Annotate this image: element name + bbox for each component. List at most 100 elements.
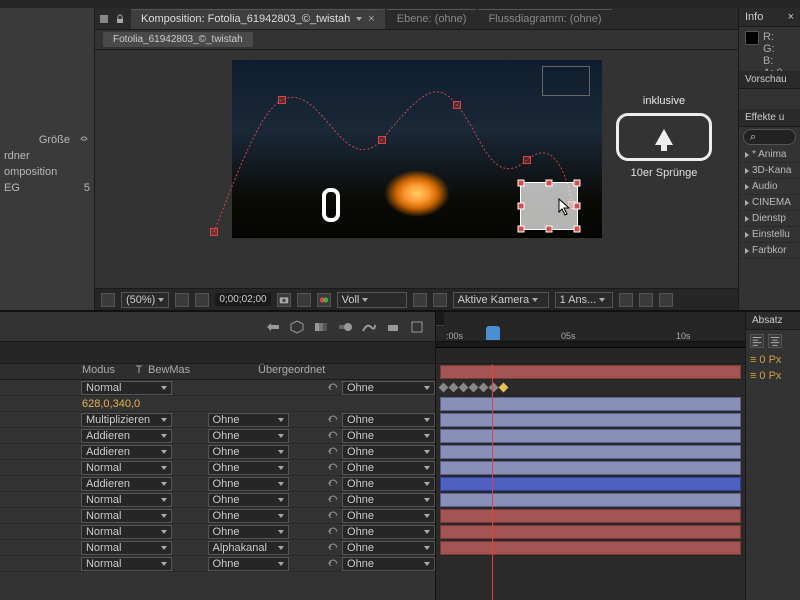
grid-icon[interactable]: [175, 293, 189, 307]
dropdown[interactable]: Addieren: [81, 477, 172, 491]
shy-icon[interactable]: [265, 319, 281, 335]
dropdown[interactable]: Ohne: [208, 557, 289, 571]
dropdown[interactable]: Normal: [81, 541, 172, 555]
dropdown[interactable]: Ohne: [342, 525, 435, 539]
align-left-icon[interactable]: [750, 334, 764, 348]
layer-row[interactable]: AddierenOhneOhne: [0, 444, 435, 460]
folder-row[interactable]: rdner: [4, 148, 90, 164]
layer-bar[interactable]: [440, 445, 741, 459]
col-t[interactable]: T: [130, 364, 148, 379]
track-row[interactable]: [436, 508, 745, 524]
fast-preview-icon[interactable]: [639, 293, 653, 307]
time-ruler[interactable]: :00s 05s 10s: [436, 312, 745, 342]
track-row[interactable]: [436, 396, 745, 412]
col-mode[interactable]: Modus: [0, 364, 130, 379]
keyframe-icon[interactable]: [489, 383, 499, 393]
keyframe-handle[interactable]: [210, 228, 218, 236]
tab-layer[interactable]: Ebene: (ohne): [387, 9, 477, 29]
track-row[interactable]: [436, 540, 745, 556]
comp-row[interactable]: omposition: [4, 164, 90, 180]
dropdown[interactable]: Ohne: [208, 461, 289, 475]
layer-bar[interactable]: [440, 493, 741, 507]
dropdown[interactable]: Normal: [81, 493, 172, 507]
timecode-display[interactable]: 0;00;02;00: [215, 293, 270, 306]
layer-bar[interactable]: [440, 413, 741, 427]
keyframe-icon[interactable]: [449, 383, 459, 393]
preview-panel-header[interactable]: Vorschau: [739, 71, 800, 89]
dropdown[interactable]: Normal: [81, 461, 172, 475]
layer-row[interactable]: Normal Alphakanal Ohne: [0, 540, 435, 556]
dropdown[interactable]: Normal: [81, 557, 172, 571]
dropdown[interactable]: Ohne: [208, 525, 289, 539]
dropdown[interactable]: Ohne: [342, 445, 435, 459]
mask-icon[interactable]: [195, 293, 209, 307]
resolution-dropdown[interactable]: Voll: [337, 292, 407, 308]
dropdown[interactable]: Addieren: [81, 429, 172, 443]
keyframe-icon[interactable]: [499, 383, 509, 393]
graph-editor-icon[interactable]: [361, 319, 377, 335]
keyframe-handle[interactable]: [453, 101, 461, 109]
3d-draft-icon[interactable]: [289, 319, 305, 335]
dropdown[interactable]: Ohne: [342, 541, 435, 555]
indent-first[interactable]: ≡0 Px: [746, 368, 800, 384]
frame-blend-icon[interactable]: [313, 319, 329, 335]
layer-bar[interactable]: [440, 461, 741, 475]
layer-bar[interactable]: [440, 397, 741, 411]
effects-category[interactable]: CINEMA: [739, 195, 800, 211]
paragraph-header[interactable]: Absatz: [746, 312, 800, 330]
dropdown[interactable]: Ohne: [208, 509, 289, 523]
layer-row[interactable]: Normal Ohne Ohne: [0, 460, 435, 476]
dropdown[interactable]: Ohne: [208, 413, 289, 427]
col-trkmat[interactable]: BewMas: [148, 364, 218, 379]
pickwhip-icon[interactable]: [326, 477, 340, 491]
timeline-icon[interactable]: [659, 293, 673, 307]
pickwhip-icon[interactable]: [326, 381, 340, 395]
layer-row[interactable]: AddierenOhneOhne: [0, 428, 435, 444]
tab-flowchart[interactable]: Flussdiagramm: (ohne): [478, 9, 611, 29]
effects-panel-header[interactable]: Effekte u: [739, 109, 800, 127]
pickwhip-icon[interactable]: [326, 413, 340, 427]
timeline-tracks-area[interactable]: :00s 05s 10s: [436, 312, 745, 600]
pixel-aspect-icon[interactable]: [619, 293, 633, 307]
pickwhip-icon[interactable]: [326, 429, 340, 443]
keyframe-handle[interactable]: [523, 156, 531, 164]
dropdown[interactable]: Addieren: [81, 445, 172, 459]
3d-icon[interactable]: [433, 293, 447, 307]
snapshot-icon[interactable]: [277, 293, 291, 307]
region-icon[interactable]: [101, 293, 115, 307]
brainstorm-icon[interactable]: [385, 319, 401, 335]
dropdown[interactable]: Ohne: [208, 429, 289, 443]
info-panel-header[interactable]: Info×: [739, 8, 800, 27]
pickwhip-icon[interactable]: [326, 445, 340, 459]
dropdown[interactable]: Ohne: [342, 477, 435, 491]
tab-composition[interactable]: Komposition: Fotolia_61942803_©_twistah×: [131, 9, 385, 29]
track-row[interactable]: [436, 524, 745, 540]
transparency-icon[interactable]: [413, 293, 427, 307]
track-row[interactable]: [436, 476, 745, 492]
playhead[interactable]: [492, 326, 494, 341]
pickwhip-icon[interactable]: [326, 493, 340, 507]
layer-bar[interactable]: [440, 365, 741, 379]
motion-blur-icon[interactable]: [337, 319, 353, 335]
dropdown[interactable]: Ohne: [342, 557, 435, 571]
dropdown[interactable]: Ohne: [342, 493, 435, 507]
dropdown[interactable]: Ohne: [342, 461, 435, 475]
effects-category[interactable]: Dienstp: [739, 211, 800, 227]
pickwhip-icon[interactable]: [326, 525, 340, 539]
keyframe-handle[interactable]: [378, 136, 386, 144]
dropdown[interactable]: Alphakanal: [208, 541, 289, 555]
dropdown[interactable]: Multiplizieren: [81, 413, 172, 427]
pickwhip-icon[interactable]: [326, 557, 340, 571]
layer-row[interactable]: NormalOhneOhne: [0, 524, 435, 540]
effects-category[interactable]: * Anima: [739, 147, 800, 163]
composition-viewer[interactable]: inklusive 10er Sprünge: [95, 50, 738, 288]
align-center-icon[interactable]: [768, 334, 782, 348]
layer-bar[interactable]: [440, 429, 741, 443]
keyframe-icon[interactable]: [459, 383, 469, 393]
track-row[interactable]: [436, 492, 745, 508]
dropdown[interactable]: Ohne: [208, 477, 289, 491]
layer-row[interactable]: Addieren Ohne Ohne: [0, 476, 435, 492]
dropdown[interactable]: Ohne: [342, 413, 435, 427]
lock-icon[interactable]: [115, 14, 125, 24]
dropdown[interactable]: Ohne: [342, 509, 435, 523]
